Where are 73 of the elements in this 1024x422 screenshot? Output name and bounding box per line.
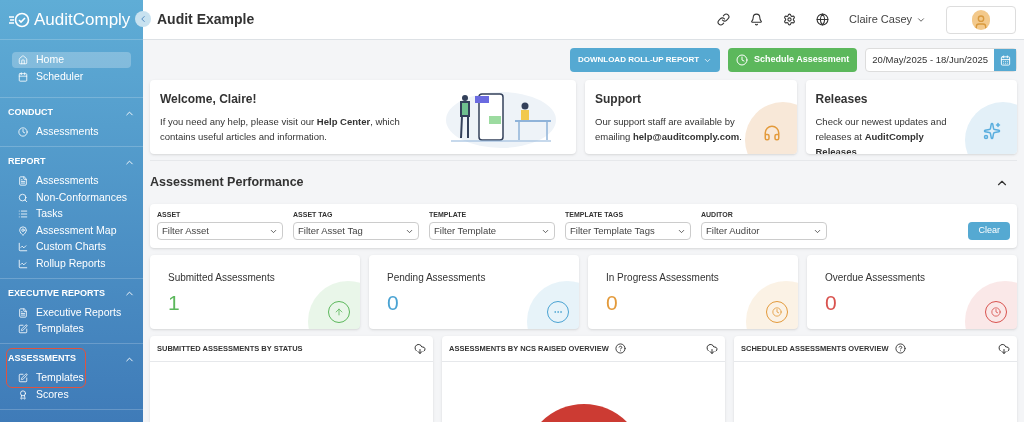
download-icon[interactable] — [998, 342, 1010, 355]
section-heading: ASSESSMENTS — [8, 352, 76, 366]
avatar-icon — [972, 9, 990, 30]
ribbon-icon — [18, 389, 28, 400]
nav-item[interactable]: Templates — [12, 370, 135, 386]
card-title: Support — [595, 91, 642, 108]
chevron-icon — [138, 14, 148, 24]
pencil-icon — [18, 373, 28, 383]
download-icon[interactable] — [706, 342, 718, 355]
notification-icon[interactable] — [750, 13, 764, 26]
nav-item[interactable]: Assessments — [12, 173, 135, 189]
document-icon — [18, 176, 28, 186]
section-heading: REPORT — [8, 155, 46, 169]
filter-dropdown[interactable]: Filter Template Tags — [565, 222, 691, 240]
chart-icon — [18, 258, 28, 269]
card-title: Releases — [815, 91, 869, 108]
stat-value: 0 — [825, 290, 837, 316]
brand-name: AuditComply — [34, 8, 131, 31]
document-icon — [18, 307, 28, 318]
calendar-icon — [18, 72, 28, 82]
list-icon — [18, 209, 28, 219]
nav-item[interactable]: Scores — [12, 386, 135, 403]
nav-item[interactable]: Rollup Reports — [12, 255, 135, 272]
section-heading: CONDUCT — [8, 106, 53, 120]
filter-dropdown[interactable]: Filter Asset — [157, 222, 283, 240]
stat-label: In Progress Assessments — [606, 271, 720, 285]
pencil-icon — [18, 324, 28, 334]
nav-item[interactable]: Non-Conformances — [12, 189, 135, 206]
globe-icon[interactable] — [816, 13, 830, 26]
help-icon[interactable] — [894, 343, 906, 354]
help-icon[interactable] — [614, 343, 626, 354]
download-report-button[interactable]: DOWNLOAD ROLL-UP REPORT — [569, 48, 721, 72]
clock-icon — [991, 307, 1001, 317]
date-range-field[interactable]: 20/May/2025 - 18/Jun/2025 — [865, 48, 1017, 72]
arrow-up-icon — [334, 307, 344, 317]
nav-item[interactable]: Tasks — [12, 206, 135, 222]
stat-label: Pending Assessments — [387, 271, 487, 285]
section-heading: EXECUTIVE REPORTS — [8, 286, 106, 300]
stat-value: 1 — [168, 290, 180, 316]
clock-icon — [736, 54, 749, 66]
user-menu[interactable]: Claire Casey — [849, 11, 926, 28]
clock-icon — [18, 127, 28, 137]
clock-icon — [772, 307, 782, 317]
card-text: Our support staff are available by emailing help@auditcomply.com. — [595, 115, 743, 144]
nav-item[interactable]: Assessments — [12, 124, 135, 140]
chart-icon — [18, 242, 28, 252]
nav-item[interactable]: Assessment Map — [12, 222, 135, 239]
nav-item[interactable]: Custom Charts — [12, 239, 135, 255]
link-icon[interactable] — [717, 13, 731, 26]
filter-dropdown[interactable]: Filter Auditor — [701, 222, 827, 240]
stat-label: Overdue Assessments — [825, 271, 927, 285]
filter-dropdown[interactable]: Filter Template — [429, 222, 555, 240]
home-icon — [18, 55, 28, 65]
settings-icon[interactable] — [783, 13, 797, 26]
map-pin-icon — [18, 225, 28, 236]
stat-value: 0 — [606, 290, 618, 316]
clear-button[interactable]: Clear — [968, 222, 1010, 240]
stat-label: Submitted Assessments — [168, 271, 276, 285]
magnifier-icon — [18, 192, 28, 203]
section-title: Assessment Performance — [150, 174, 304, 192]
collapse-button[interactable] — [135, 11, 151, 27]
download-icon[interactable] — [414, 342, 426, 355]
logo-icon — [8, 11, 30, 28]
card-text: If you need any help, please visit our Help Center, which contains useful articles and information. — [160, 115, 401, 144]
nav-item[interactable]: Home — [12, 52, 131, 68]
schedule-button[interactable]: Schedule Assessment — [728, 48, 858, 72]
stat-value: 0 — [387, 290, 399, 316]
nav-item[interactable]: Scheduler — [12, 69, 131, 85]
filter-dropdown[interactable]: Filter Asset Tag — [293, 222, 419, 240]
nav-item[interactable]: Templates — [12, 321, 135, 337]
card-title: Welcome, Claire! — [160, 91, 258, 108]
page-title: Audit Example — [157, 10, 256, 29]
nav-item[interactable]: Executive Reports — [12, 304, 135, 321]
